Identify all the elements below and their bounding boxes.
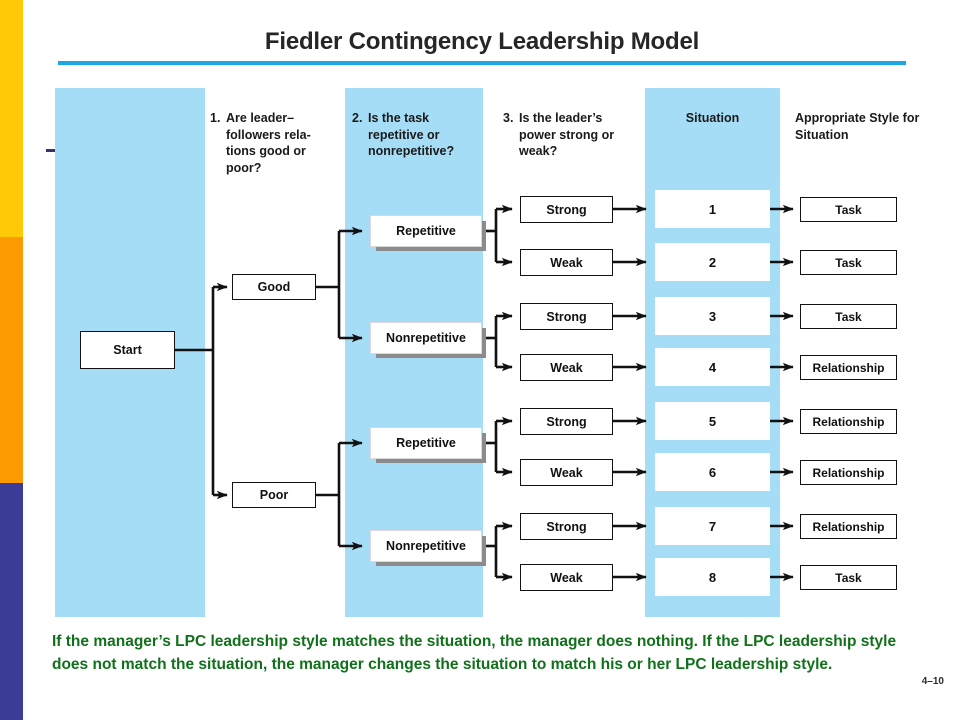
node-style-5[interactable]: Relationship <box>800 409 897 434</box>
node-task-nonrepetitive-1[interactable]: Nonrepetitive <box>370 322 482 354</box>
node-situation-8[interactable]: 8 <box>655 558 770 596</box>
node-power-5[interactable]: Strong <box>520 408 613 435</box>
node-style-1[interactable]: Task <box>800 197 897 222</box>
node-style-7[interactable]: Relationship <box>800 514 897 539</box>
node-power-3[interactable]: Strong <box>520 303 613 330</box>
node-style-6[interactable]: Relationship <box>800 460 897 485</box>
node-situation-1[interactable]: 1 <box>655 190 770 228</box>
node-relations-good[interactable]: Good <box>232 274 316 300</box>
node-relations-poor[interactable]: Poor <box>232 482 316 508</box>
node-situation-4[interactable]: 4 <box>655 348 770 386</box>
node-power-4[interactable]: Weak <box>520 354 613 381</box>
slide-number: 4–10 <box>921 676 944 687</box>
slide-caption: If the manager’s LPC leadership style ma… <box>52 633 897 673</box>
node-style-4[interactable]: Relationship <box>800 355 897 380</box>
node-situation-5[interactable]: 5 <box>655 402 770 440</box>
node-situation-3[interactable]: 3 <box>655 297 770 335</box>
node-power-7[interactable]: Strong <box>520 513 613 540</box>
node-power-2[interactable]: Weak <box>520 249 613 276</box>
node-style-3[interactable]: Task <box>800 304 897 329</box>
node-power-1[interactable]: Strong <box>520 196 613 223</box>
node-power-6[interactable]: Weak <box>520 459 613 486</box>
node-task-repetitive-1[interactable]: Repetitive <box>370 215 482 247</box>
node-style-2[interactable]: Task <box>800 250 897 275</box>
node-situation-6[interactable]: 6 <box>655 453 770 491</box>
node-task-repetitive-2[interactable]: Repetitive <box>370 427 482 459</box>
node-start[interactable]: Start <box>80 331 175 369</box>
node-situation-7[interactable]: 7 <box>655 507 770 545</box>
node-style-8[interactable]: Task <box>800 565 897 590</box>
node-task-nonrepetitive-2[interactable]: Nonrepetitive <box>370 530 482 562</box>
node-situation-2[interactable]: 2 <box>655 243 770 281</box>
node-power-8[interactable]: Weak <box>520 564 613 591</box>
